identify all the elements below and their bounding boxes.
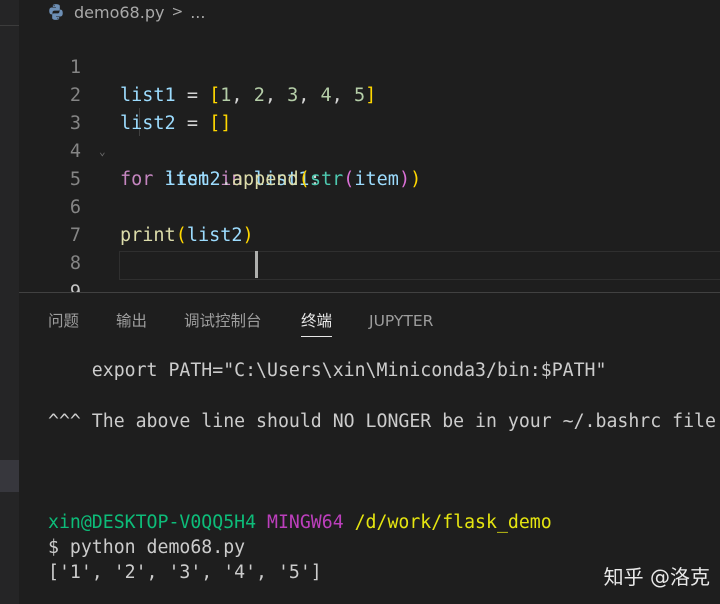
terminal-result: ['1', '2', '3', '4', '5'] <box>48 562 322 583</box>
prompt-env: MINGW64 <box>267 512 344 533</box>
code-line-9[interactable]: 9 <box>19 251 720 279</box>
prompt-path: /d/work/flask_demo <box>355 512 552 533</box>
prompt-user: xin@DESKTOP-V0QQ5H4 <box>48 512 256 533</box>
text-cursor <box>255 251 258 278</box>
terminal-output[interactable]: export PATH="C:\Users\xin\Miniconda3/bin… <box>19 293 720 604</box>
strip-selection[interactable] <box>0 460 19 492</box>
code-line-1[interactable]: 1 list1 = [1, 2, 3, 4, 5] <box>19 26 720 54</box>
code-editor[interactable]: 1 list1 = [1, 2, 3, 4, 5] 2 list2 = [] 3… <box>19 26 720 292</box>
watermark: 知乎 @洛克 <box>604 561 710 590</box>
breadcrumb-more[interactable]: ... <box>190 3 205 22</box>
chevron-right-icon: > <box>171 4 183 20</box>
terminal-command: $ python demo68.py <box>48 537 245 558</box>
code-line-4[interactable]: 4 list2.append(str(item)) <box>19 110 720 138</box>
terminal-prompt: xin@DESKTOP-V0QQ5H4 MINGW64 /d/work/flas… <box>48 512 552 533</box>
python-icon <box>47 3 65 21</box>
breadcrumb: demo68.py > ... <box>19 0 720 24</box>
code-line-7[interactable]: 7 <box>19 194 720 222</box>
code-line-5[interactable]: 5 <box>19 138 720 166</box>
breadcrumb-file[interactable]: demo68.py <box>74 3 164 22</box>
activity-strip <box>0 0 19 604</box>
code-line-3[interactable]: 3 ⌄ for item in list1: <box>19 82 720 110</box>
code-line-6[interactable]: 6 print(list2) <box>19 166 720 194</box>
bottom-panel: 问题 输出 调试控制台 终端 JUPYTER export PATH="C:\U… <box>19 292 720 604</box>
code-line-8[interactable]: 8 <box>19 222 720 250</box>
strip-divider <box>0 25 19 26</box>
code-line-2[interactable]: 2 list2 = [] <box>19 54 720 82</box>
terminal-line-warning: ^^^ The above line should NO LONGER be i… <box>48 411 716 432</box>
terminal-line-export: export PATH="C:\Users\xin\Miniconda3/bin… <box>48 360 606 381</box>
